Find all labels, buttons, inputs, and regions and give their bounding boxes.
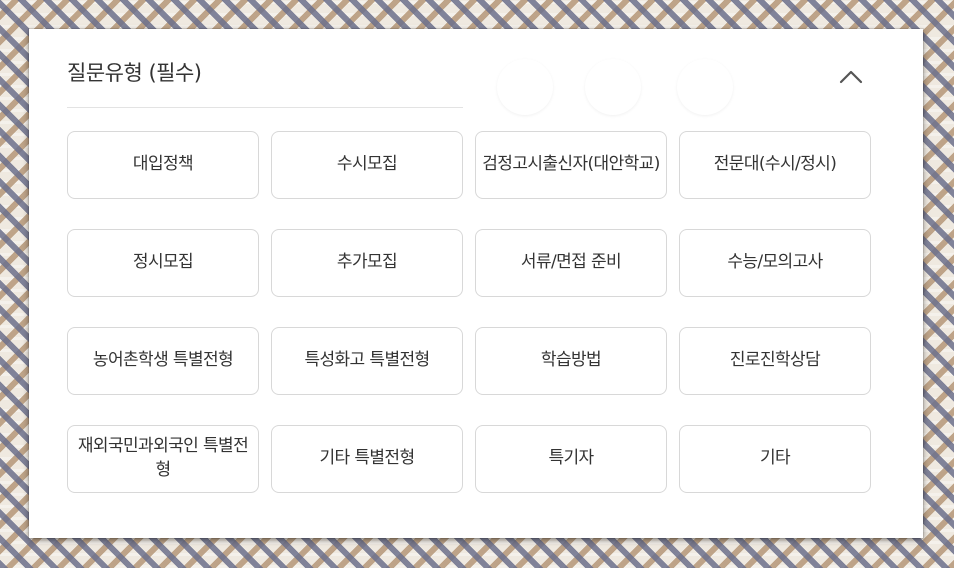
option-button[interactable]: 수시모집 [271,131,463,199]
option-button[interactable]: 서류/면접 준비 [475,229,667,297]
option-button[interactable]: 기타 [679,425,871,493]
option-button[interactable]: 대입정책 [67,131,259,199]
option-button[interactable]: 전문대(수시/정시) [679,131,871,199]
option-button[interactable]: 수능/모의고사 [679,229,871,297]
option-button[interactable]: 기타 특별전형 [271,425,463,493]
section-title: 질문유형 (필수) [67,61,202,85]
ghost-circle [585,59,641,115]
ghost-circle [497,59,553,115]
option-button[interactable]: 추가모집 [271,229,463,297]
option-button[interactable]: 특기자 [475,425,667,493]
collapse-button[interactable] [833,63,869,91]
option-button[interactable]: 특성화고 특별전형 [271,327,463,395]
option-button[interactable]: 검정고시출신자(대안학교) [475,131,667,199]
ghost-circle [677,59,733,115]
option-button[interactable]: 농어촌학생 특별전형 [67,327,259,395]
option-button[interactable]: 진로진학상담 [679,327,871,395]
option-button[interactable]: 학습방법 [475,327,667,395]
chevron-up-icon [839,70,863,84]
option-button[interactable]: 정시모집 [67,229,259,297]
question-type-panel: 질문유형 (필수) 대입정책 수시모집 검정고시출신자(대안학교) 전문대(수시… [29,29,923,538]
question-type-options: 대입정책 수시모집 검정고시출신자(대안학교) 전문대(수시/정시) 정시모집 … [67,131,871,493]
option-button[interactable]: 재외국민과외국인 특별전형 [67,425,259,493]
section-header: 질문유형 (필수) [67,53,463,108]
